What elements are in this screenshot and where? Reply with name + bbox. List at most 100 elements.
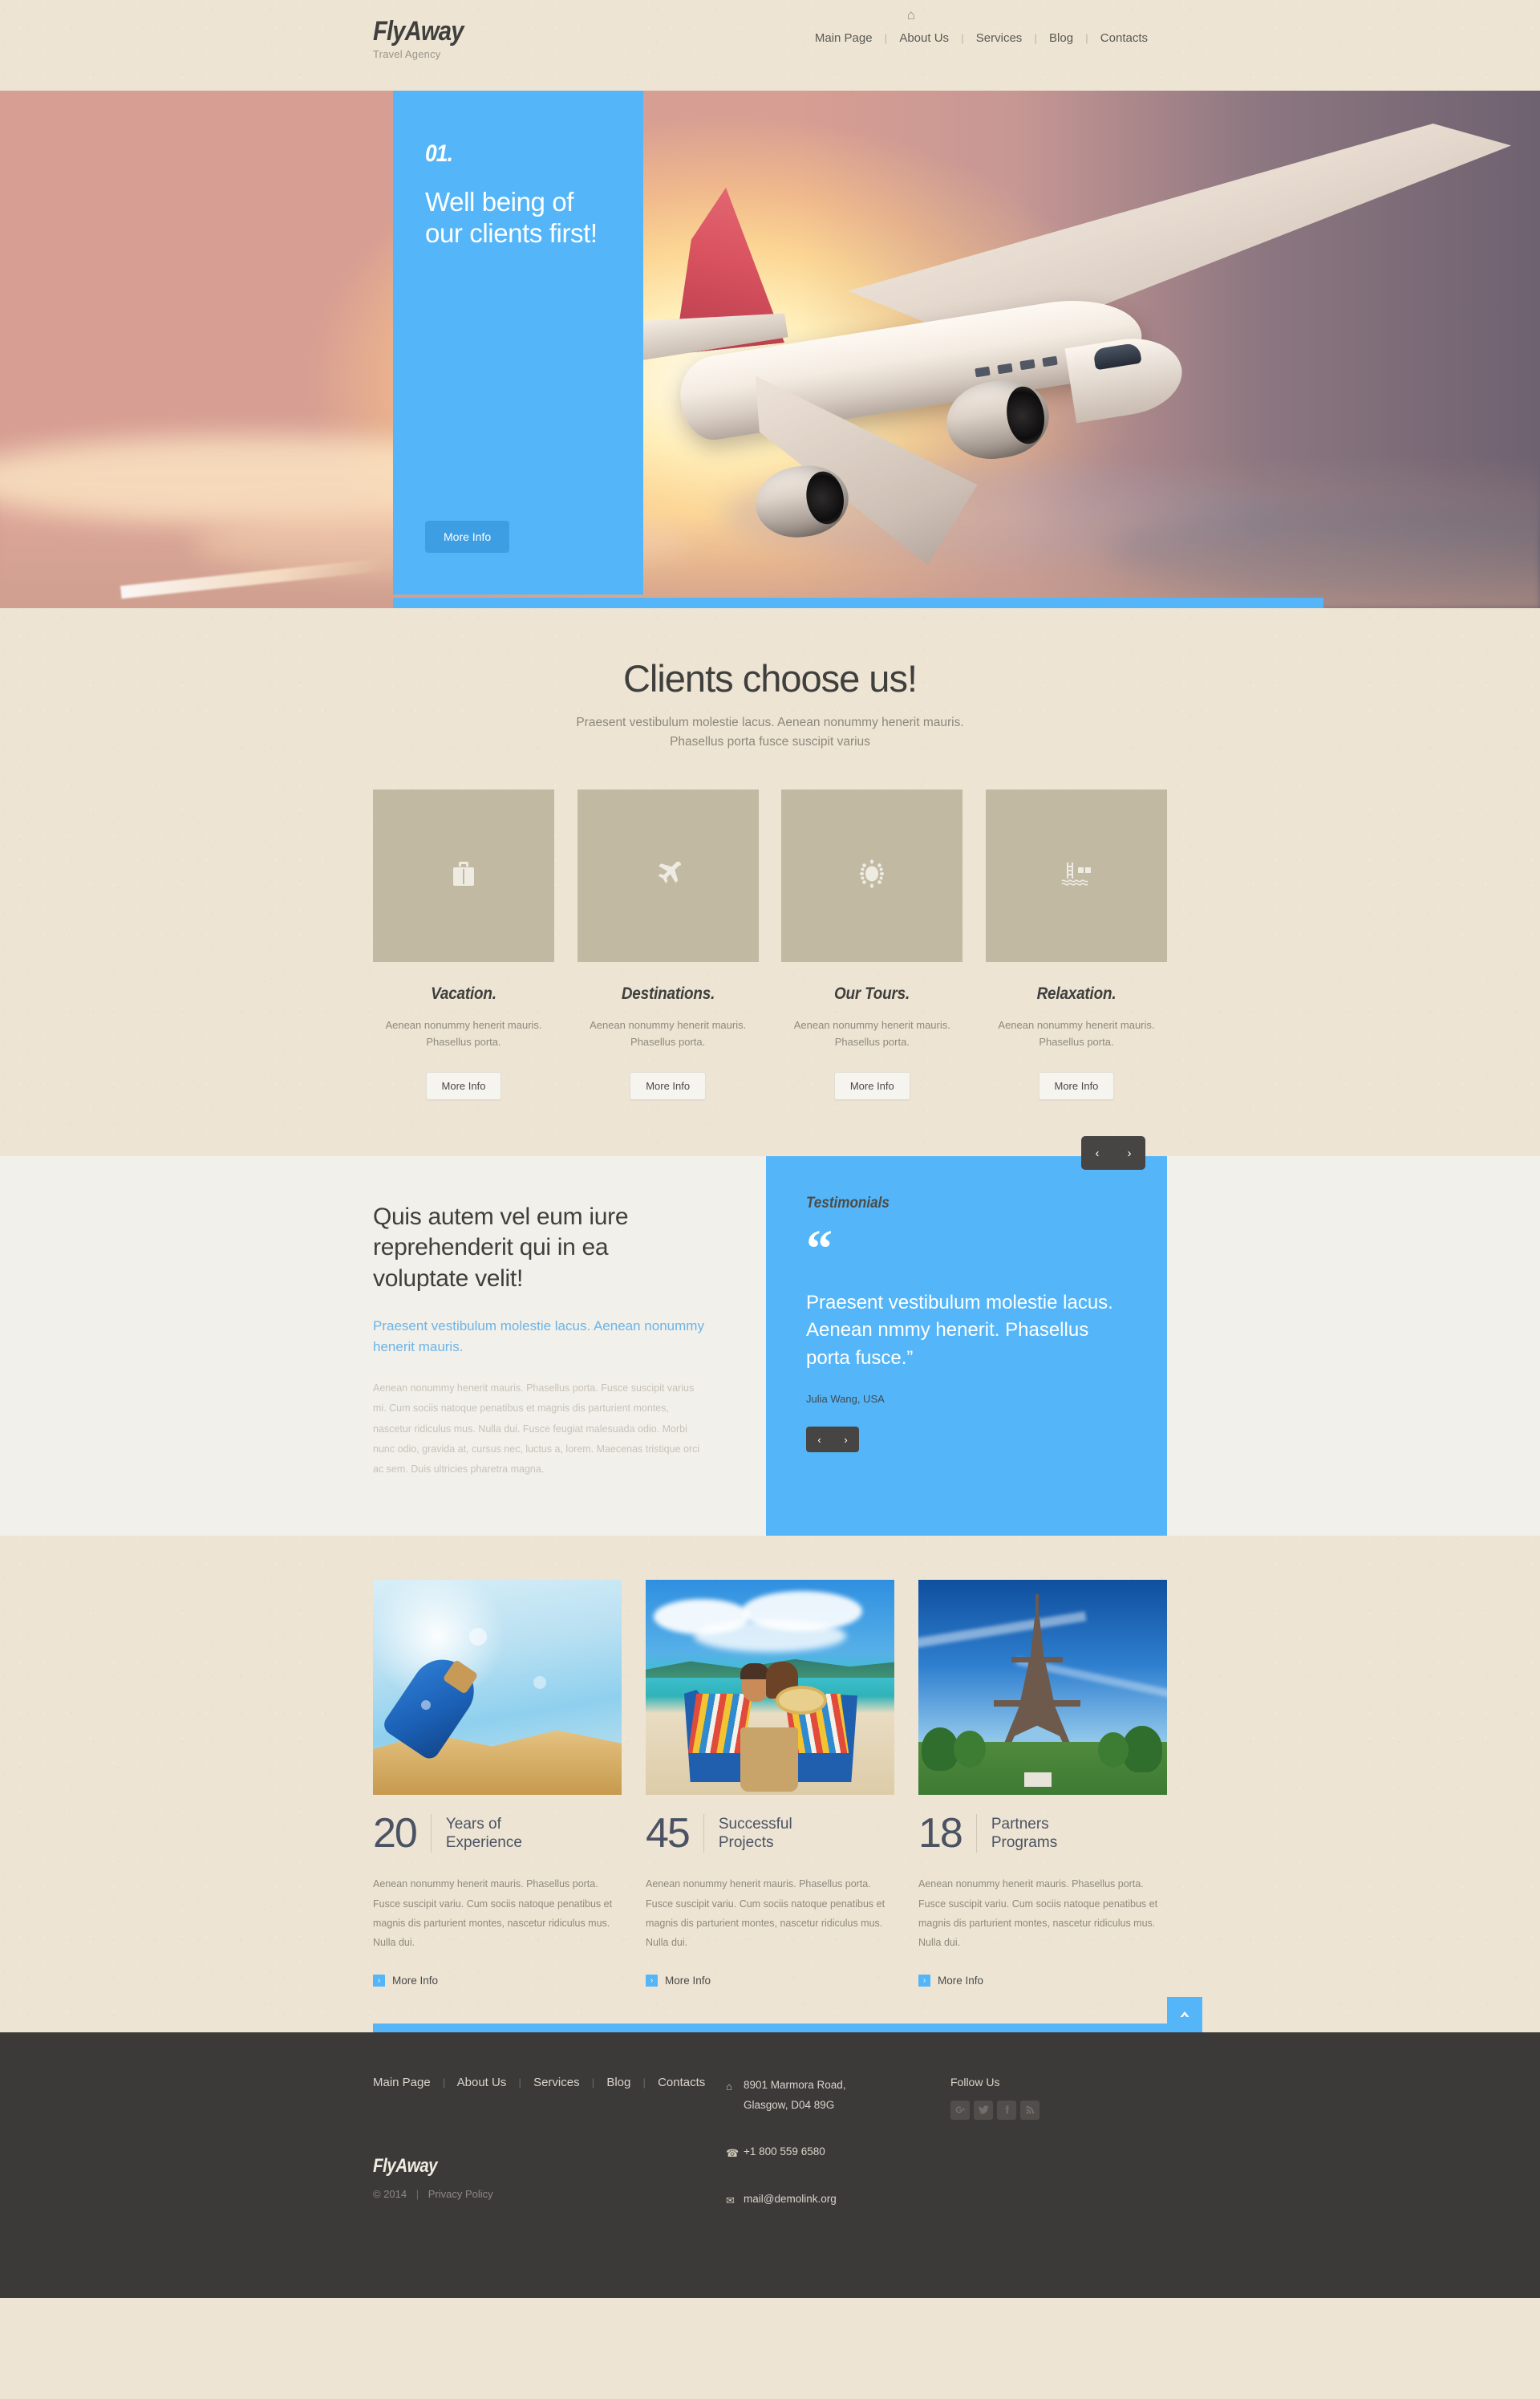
stat-more-info-link[interactable]: › More Info xyxy=(918,1974,1167,1987)
service-card-image xyxy=(577,790,759,963)
nav-separator: | xyxy=(1034,32,1037,44)
sun-icon xyxy=(858,859,886,892)
site-header: FlyAway Travel Agency ⌂ Main Page | Abou… xyxy=(0,0,1540,91)
nav-separator: | xyxy=(961,32,964,44)
stat-label-line-2: Projects xyxy=(718,1834,774,1852)
service-card-title: Destinations. xyxy=(621,984,715,1004)
address-line-2: Glasgow, D04 89G xyxy=(744,2098,835,2111)
stat-label-line-1: Successful xyxy=(718,1815,792,1833)
pool-icon xyxy=(1060,861,1092,891)
footer-navigation: Main Page | About Us | Services | Blog |… xyxy=(373,2076,726,2089)
service-card-text: Aenean nonummy henerit mauris. Phasellus… xyxy=(793,1019,950,1049)
footer-logo[interactable]: FlyAway xyxy=(373,2155,676,2178)
stat-more-info-label: More Info xyxy=(938,1974,984,1987)
phone-icon: ☎ xyxy=(726,2146,740,2159)
address-line-1: 8901 Marmora Road, xyxy=(744,2078,846,2091)
testimonials-controls[interactable]: ‹ › xyxy=(806,1427,859,1453)
footer-nav-separator: | xyxy=(591,2076,595,2088)
nav-item-main-page[interactable]: Main Page xyxy=(813,31,874,45)
hero-slider-controls[interactable]: ‹ › xyxy=(1081,1136,1145,1170)
hero-more-info-button[interactable]: More Info xyxy=(425,521,510,553)
site-footer: Main Page | About Us | Services | Blog |… xyxy=(0,2032,1540,2298)
logo[interactable]: FlyAway Travel Agency xyxy=(373,18,478,60)
service-card-relaxation[interactable]: Relaxation. Aenean nonummy henerit mauri… xyxy=(985,790,1167,1100)
footer-nav-item-contacts[interactable]: Contacts xyxy=(658,2076,705,2089)
hero-prev-button[interactable]: ‹ xyxy=(1096,1147,1100,1159)
stat-item: 20 Years of Experience Aenean nonummy he… xyxy=(373,1580,622,1987)
facebook-icon[interactable] xyxy=(997,2100,1016,2120)
hero-next-button[interactable]: › xyxy=(1128,1147,1132,1159)
service-card-text: Aenean nonummy henerit mauris. Phasellus… xyxy=(998,1019,1155,1049)
nav-item-contacts[interactable]: Contacts xyxy=(1099,31,1149,45)
home-icon[interactable]: ⌂ xyxy=(813,8,1009,22)
stat-label-line-1: Years of xyxy=(445,1815,501,1833)
chevron-up-icon xyxy=(1180,2011,1189,2017)
clients-heading: Clients choose us! xyxy=(622,657,918,700)
testimonials-prev-button[interactable]: ‹ xyxy=(817,1435,821,1445)
service-card-more-info-button[interactable]: More Info xyxy=(833,1071,910,1100)
footer-nav-separator: | xyxy=(642,2076,646,2088)
testimonials-next-button[interactable]: › xyxy=(844,1435,847,1445)
logo-text: FlyAway xyxy=(373,16,464,47)
service-card-vacation[interactable]: Vacation. Aenean nonummy henerit mauris.… xyxy=(373,790,554,1100)
privacy-policy-link[interactable]: Privacy Policy xyxy=(428,2188,493,2200)
twitter-icon[interactable] xyxy=(974,2100,993,2120)
stat-more-info-link[interactable]: › More Info xyxy=(646,1974,894,1987)
service-card-title: Our Tours. xyxy=(834,984,910,1004)
footer-address-row: ⌂ 8901 Marmora Road, Glasgow, D04 89G xyxy=(726,2076,950,2116)
stat-item: 45 Successful Projects Aenean nonummy he… xyxy=(646,1580,894,1987)
logo-tagline: Travel Agency xyxy=(373,48,441,60)
footer-copy-separator: | xyxy=(415,2187,419,2200)
nav-item-blog[interactable]: Blog xyxy=(1048,31,1075,45)
beach-couple-photo xyxy=(646,1580,894,1796)
service-card-image xyxy=(781,790,963,963)
nav-item-about-us[interactable]: About Us xyxy=(898,31,950,45)
envelope-icon: ✉ xyxy=(726,2194,735,2206)
footer-email-row: ✉ mail@demolink.org xyxy=(726,2190,950,2210)
hero-accent-bar xyxy=(393,598,1323,608)
service-card-more-info-button[interactable]: More Info xyxy=(630,1071,707,1100)
eiffel-tower-photo xyxy=(918,1580,1167,1796)
google-plus-icon[interactable] xyxy=(950,2100,970,2120)
chevron-right-icon: › xyxy=(646,1974,658,1987)
stat-divider xyxy=(430,1814,432,1853)
footer-nav-item-blog[interactable]: Blog xyxy=(606,2076,630,2089)
service-card-more-info-button[interactable]: More Info xyxy=(1038,1071,1115,1100)
home-icon: ⌂ xyxy=(726,2080,732,2093)
service-card-image xyxy=(985,790,1167,963)
hero-slide-number: 01. xyxy=(425,140,453,167)
stat-divider xyxy=(703,1814,704,1853)
footer-phone-row: ☎ +1 800 559 6580 xyxy=(726,2142,950,2163)
nav-separator: | xyxy=(884,32,888,44)
scroll-to-top-button[interactable] xyxy=(1167,1996,1202,2032)
testimonials-block: Testimonials “ Praesent vestibulum moles… xyxy=(766,1155,1167,1536)
stat-text: Aenean nonummy henerit mauris. Phasellus… xyxy=(646,1878,886,1949)
social-links xyxy=(950,2100,1159,2120)
about-text-block: Quis autem vel eum iure reprehenderit qu… xyxy=(373,1156,766,1536)
service-card-destinations[interactable]: Destinations. Aenean nonummy henerit mau… xyxy=(577,790,759,1100)
rss-icon[interactable] xyxy=(1020,2100,1040,2120)
stats-list: 20 Years of Experience Aenean nonummy he… xyxy=(373,1580,1167,1987)
chevron-right-icon: › xyxy=(373,1974,385,1987)
message-in-a-bottle-photo xyxy=(373,1580,622,1796)
service-card-more-info-button[interactable]: More Info xyxy=(425,1071,502,1100)
footer-nav-item-about-us[interactable]: About Us xyxy=(457,2076,507,2089)
footer-nav-separator: | xyxy=(518,2076,521,2088)
about-body-text: Aenean nonummy henerit mauris. Phasellus… xyxy=(373,1382,700,1476)
stat-label-line-2: Experience xyxy=(445,1834,522,1852)
footer-copyright: © 2014 | Privacy Policy xyxy=(373,2188,726,2200)
stat-label: Successful Projects xyxy=(719,1815,792,1853)
copyright-text: © 2014 xyxy=(373,2187,407,2200)
nav-item-services[interactable]: Services xyxy=(975,31,1024,45)
stat-more-info-link[interactable]: › More Info xyxy=(373,1974,622,1987)
suitcase-icon xyxy=(452,860,476,891)
footer-phone[interactable]: +1 800 559 6580 xyxy=(744,2142,825,2162)
footer-email[interactable]: mail@demolink.org xyxy=(744,2190,837,2210)
footer-nav-item-main-page[interactable]: Main Page xyxy=(373,2076,431,2089)
page-root: FlyAway Travel Agency ⌂ Main Page | Abou… xyxy=(0,0,1540,2298)
airplane-icon xyxy=(654,859,683,892)
footer-nav-item-services[interactable]: Services xyxy=(533,2076,580,2089)
footer-left-column: Main Page | About Us | Services | Blog |… xyxy=(373,2076,726,2237)
stat-label: Years of Experience xyxy=(446,1815,522,1853)
service-card-our-tours[interactable]: Our Tours. Aenean nonummy henerit mauris… xyxy=(781,790,963,1100)
